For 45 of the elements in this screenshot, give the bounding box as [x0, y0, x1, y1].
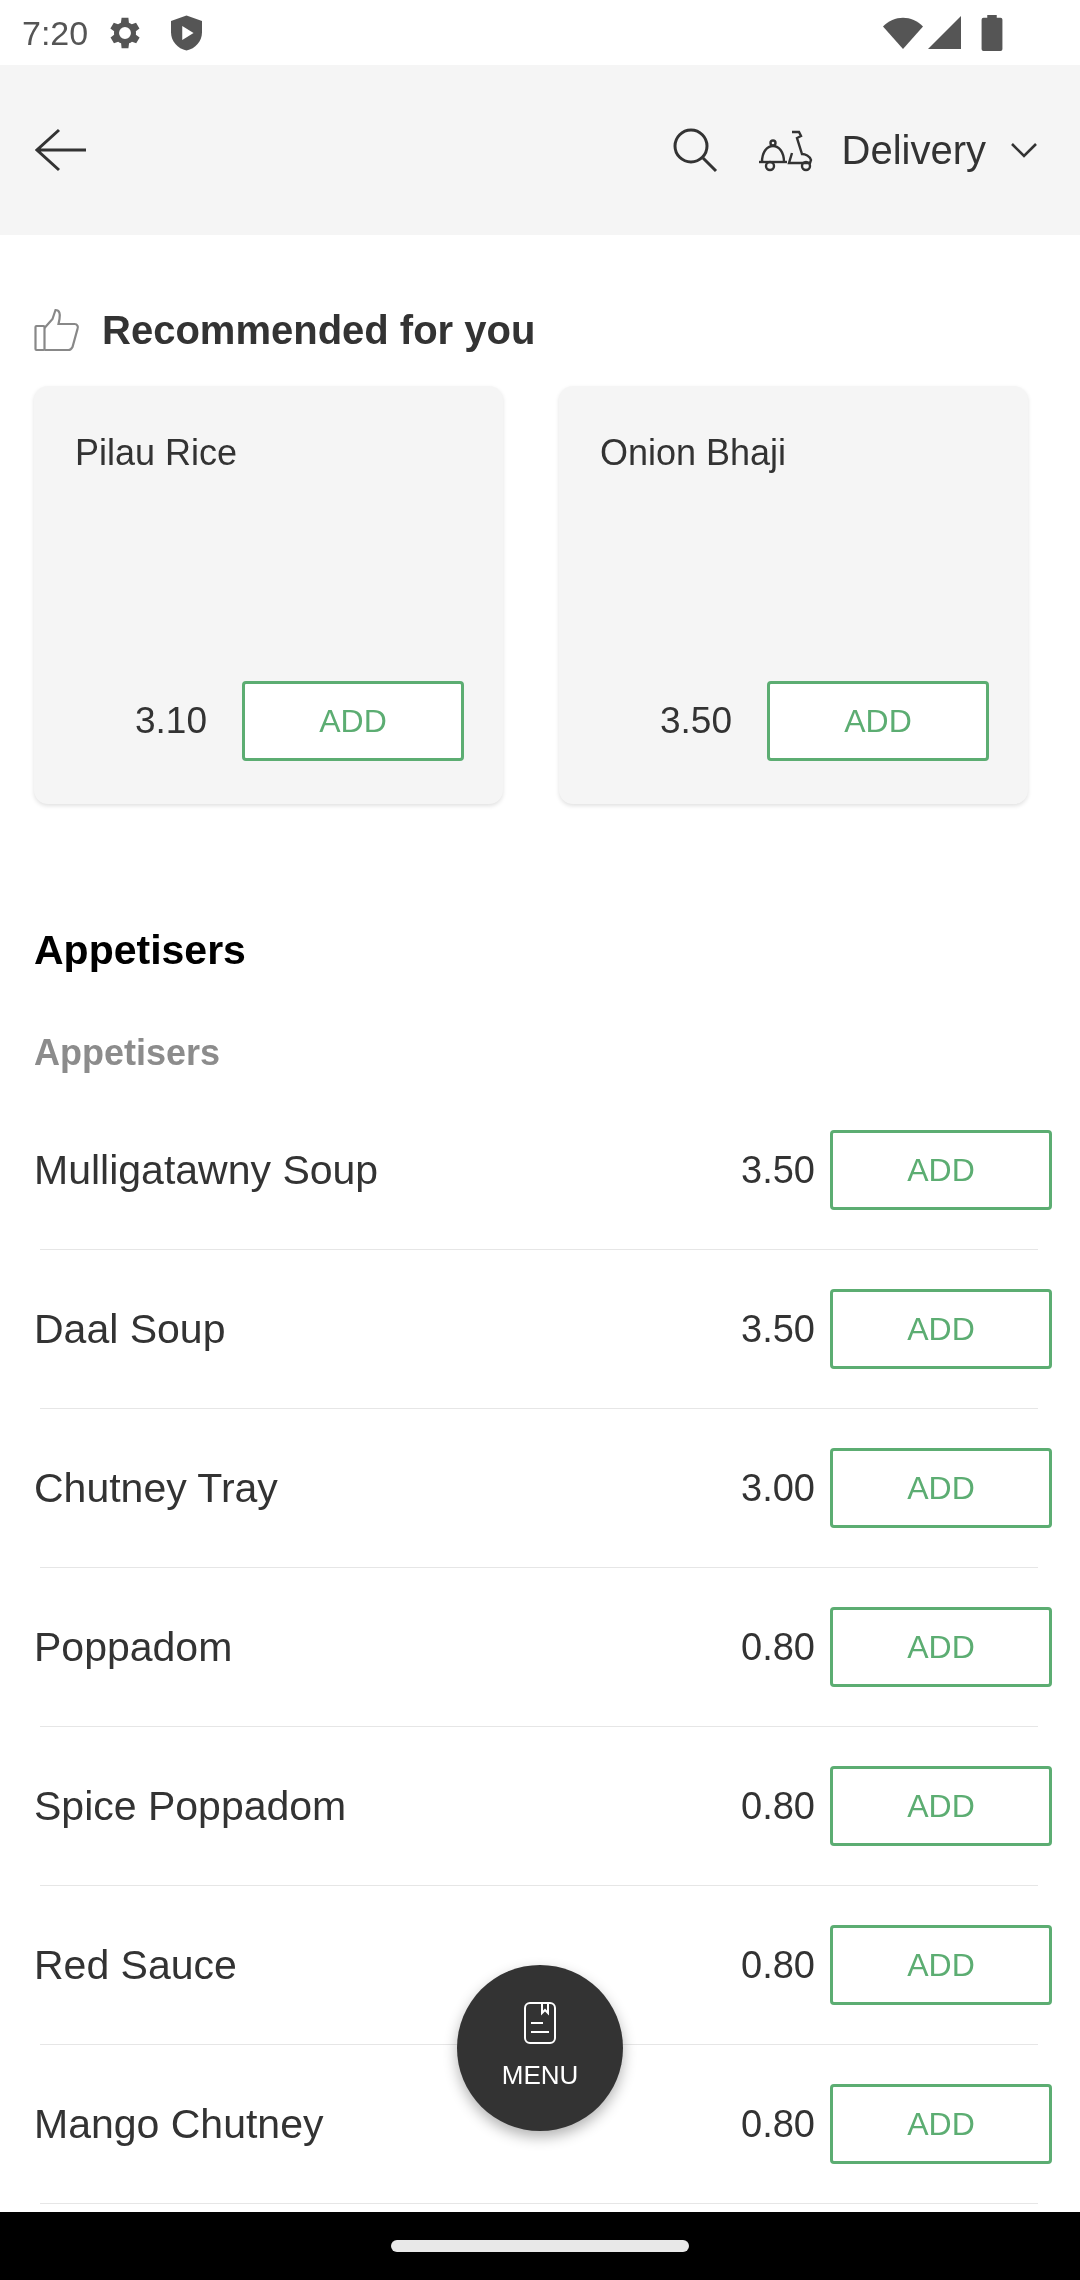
- search-icon: [671, 127, 718, 173]
- product-name: Onion Bhaji: [600, 431, 787, 475]
- clock-time: 7:20: [22, 15, 89, 50]
- search-button[interactable]: [671, 127, 718, 173]
- category-heading: Appetisers: [34, 927, 246, 973]
- delivery-dropdown[interactable]: Delivery: [755, 120, 1038, 180]
- item-name: Mango Chutney: [34, 2100, 324, 2148]
- shield-play-icon: [171, 14, 203, 51]
- add-button[interactable]: ADD: [242, 681, 464, 761]
- add-button[interactable]: ADD: [830, 1766, 1052, 1846]
- settings-icon: [108, 15, 143, 50]
- chevron-down-icon: [1010, 142, 1038, 158]
- item-name: Daal Soup: [34, 1305, 226, 1353]
- item-price: 3.50: [741, 1148, 815, 1192]
- thumbs-up-icon: [34, 308, 80, 352]
- signal-icon: [928, 16, 961, 49]
- item-price: 3.50: [741, 1307, 815, 1351]
- item-price: 0.80: [741, 1784, 815, 1828]
- add-button[interactable]: ADD: [830, 1925, 1052, 2005]
- product-price: 3.50: [660, 699, 732, 743]
- battery-icon: [981, 14, 1003, 51]
- menu-book-icon: [524, 2001, 556, 2044]
- add-button[interactable]: ADD: [830, 1130, 1052, 1210]
- product-price: 3.10: [135, 699, 207, 743]
- item-name: Poppadom: [34, 1623, 233, 1671]
- item-price: 0.80: [741, 2102, 815, 2146]
- item-name: Spice Poppadom: [34, 1782, 347, 1830]
- back-arrow-icon: [35, 128, 86, 172]
- add-button[interactable]: ADD: [830, 1289, 1052, 1369]
- add-button[interactable]: ADD: [830, 1607, 1052, 1687]
- item-price: 3.00: [741, 1466, 815, 1510]
- wifi-icon: [883, 16, 923, 49]
- section-heading: Recommended for you: [102, 307, 536, 354]
- back-button[interactable]: [35, 128, 86, 172]
- item-price: 0.80: [741, 1943, 815, 1987]
- subcategory-heading: Appetisers: [34, 1032, 221, 1073]
- add-button[interactable]: ADD: [830, 1448, 1052, 1528]
- item-name: Mulligatawny Soup: [34, 1146, 379, 1194]
- add-button[interactable]: ADD: [767, 681, 989, 761]
- add-button[interactable]: ADD: [830, 2084, 1052, 2164]
- item-price: 0.80: [741, 1625, 815, 1669]
- item-name: Red Sauce: [34, 1941, 237, 1989]
- item-name: Chutney Tray: [34, 1464, 278, 1512]
- menu-button[interactable]: MENU: [457, 1965, 623, 2131]
- product-name: Pilau Rice: [75, 431, 238, 475]
